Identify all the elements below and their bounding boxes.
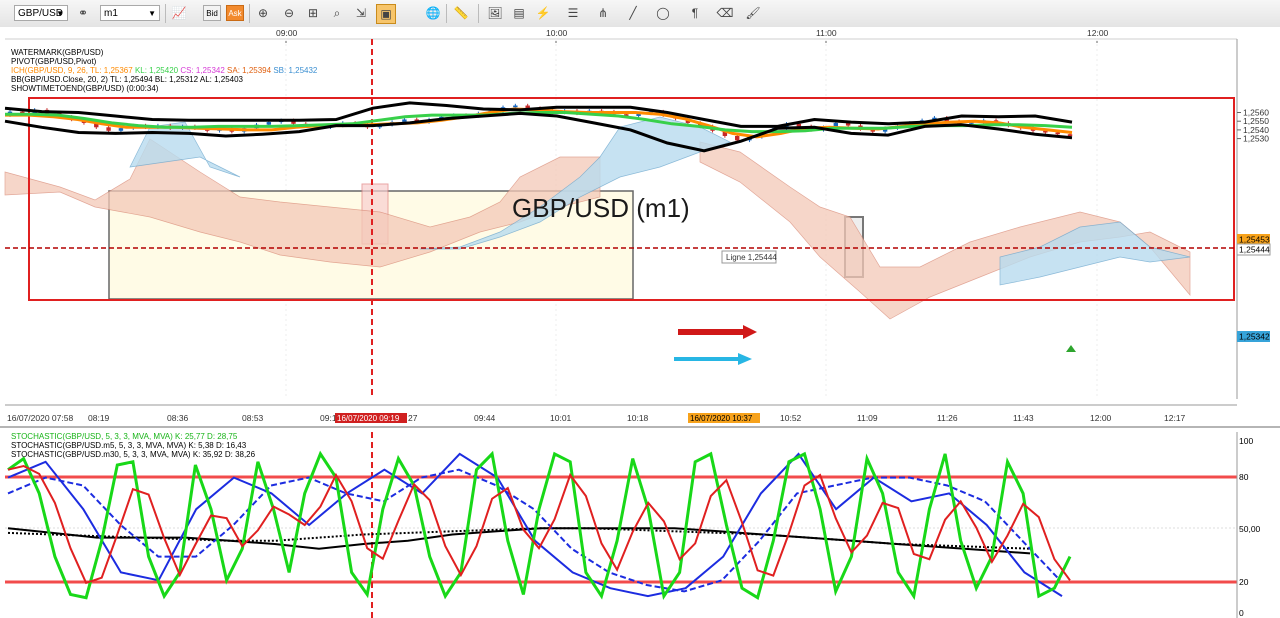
- candle-body: [1055, 132, 1060, 135]
- template-icon[interactable]: ▤: [510, 4, 528, 22]
- toolbar-divider: [478, 4, 479, 23]
- candle-body: [1067, 134, 1073, 136]
- link-icon[interactable]: ⚭: [74, 4, 92, 22]
- image-icon[interactable]: 🖼: [486, 4, 504, 22]
- toolbar-divider: [165, 4, 166, 23]
- bottom-time-label: 08:53: [242, 413, 264, 423]
- top-time-label: 11:00: [816, 28, 837, 38]
- ruler-icon[interactable]: 📏: [452, 4, 470, 22]
- stoch-legend-m1: STOCHASTIC(GBP/USD, 5, 3, 3, MVA, MVA) K…: [11, 432, 238, 441]
- stoch-level-0: 0: [1239, 608, 1244, 618]
- symbol-select[interactable]: GBP/USD ▼: [14, 5, 68, 21]
- top-time-label: 09:00: [276, 28, 298, 38]
- price-tag-lower: 1,25444: [1239, 245, 1270, 255]
- toolbar-divider: [249, 4, 250, 23]
- chart-type-icon[interactable]: 📈: [170, 4, 188, 22]
- bottom-time-label: 10:01: [550, 413, 572, 423]
- crosshair-icon[interactable]: ▣: [376, 4, 396, 24]
- legend-ich-sb: SB: 1,25432: [273, 66, 318, 75]
- globe-icon[interactable]: 🌐: [424, 4, 442, 22]
- top-time-label: 12:00: [1087, 28, 1109, 38]
- fork-icon[interactable]: ⋔: [594, 4, 612, 22]
- legend-bollinger: BB(GBP/USD.Close, 20, 2) TL: 1,25494 BL:…: [11, 75, 243, 84]
- candle-body: [118, 128, 124, 131]
- zoom-in-icon[interactable]: ⊕: [254, 4, 272, 22]
- line-label-box: Ligne 1,25444: [721, 250, 777, 264]
- bottom-time-label: 11:09: [857, 413, 878, 423]
- bottom-time-label: 12:00: [1090, 413, 1112, 423]
- zoom-fit-icon[interactable]: ⊞: [304, 4, 322, 22]
- chevron-down-icon: ▼: [56, 9, 64, 18]
- fit-icon[interactable]: ⇲: [352, 4, 370, 22]
- main-legend: WATERMARK(GBP/USD) PIVOT(GBP/USD,Pivot) …: [11, 48, 317, 93]
- candle-body: [513, 105, 518, 108]
- stoch-legend: STOCHASTIC(GBP/USD, 5, 3, 3, MVA, MVA) K…: [11, 432, 255, 459]
- candle-body: [735, 135, 740, 141]
- price-label: 1,2530: [1243, 134, 1269, 144]
- watermark-text: GBP/USD (m1): [512, 193, 690, 223]
- legend-ich-tl: TL: 1,25367: [90, 66, 133, 75]
- chevron-down-icon: ▼: [148, 9, 156, 18]
- legend-pivot: PIVOT(GBP/USD,Pivot): [11, 57, 97, 66]
- stoch-level-50: 50,00: [1239, 524, 1261, 534]
- toolbar-divider: [446, 4, 447, 23]
- legend-ich-cs: CS: 1,25342: [180, 66, 225, 75]
- trend-line-icon[interactable]: ╱: [624, 4, 642, 22]
- price-tag-upper: 1,25453: [1239, 235, 1270, 245]
- legend-ich-sa: SA: 1,25394: [227, 66, 272, 75]
- highlight-time-1: 16/07/2020 09:19: [337, 414, 400, 423]
- bottom-time-label: 10:18: [627, 413, 649, 423]
- legend-showtimetoend: SHOWTIMETOEND(GBP/USD) (0:00:34): [11, 84, 159, 93]
- indicator-icon[interactable]: ⚡: [534, 4, 552, 22]
- stoch-level-20: 20: [1239, 577, 1249, 587]
- highlight-time-2: 16/07/2020 10:37: [690, 414, 753, 423]
- text-icon[interactable]: ¶: [686, 4, 704, 22]
- timeframe-select[interactable]: m1 ▼: [100, 5, 160, 21]
- candle-body: [266, 122, 272, 125]
- bid-button[interactable]: Bid: [203, 5, 221, 21]
- stoch-level-100: 100: [1239, 436, 1253, 446]
- horizontal-line-icon[interactable]: ☰: [564, 4, 582, 22]
- bottom-time-label: 09:1: [320, 413, 337, 423]
- price-tag-current: 1,25342: [1239, 332, 1270, 342]
- bottom-time-label: 10:52: [780, 413, 802, 423]
- eraser-icon[interactable]: ⌫: [716, 4, 734, 22]
- bottom-time-label: 11:43: [1013, 413, 1034, 423]
- bottom-time-label: 08:19: [88, 413, 110, 423]
- bottom-time-label: 09:44: [474, 413, 496, 423]
- stoch-legend-m30: STOCHASTIC(GBP/USD.m30, 5, 3, 3, MVA, MV…: [11, 450, 256, 459]
- candle-body: [106, 127, 111, 131]
- bottom-time-label: 27: [408, 413, 418, 423]
- stoch-legend-m5: STOCHASTIC(GBP/USD.m5, 5, 3, 3, MVA, MVA…: [11, 441, 247, 450]
- price-axis: [1237, 39, 1280, 413]
- legend-ichimoku: ICH(GBP/USD, 9, 26, TL: 1,25367 KL: 1,25…: [11, 66, 317, 75]
- legend-ich-name: ICH(GBP/USD, 9, 26,: [11, 66, 88, 75]
- ellipse-icon[interactable]: ◯: [654, 4, 672, 22]
- legend-watermark: WATERMARK(GBP/USD): [11, 48, 104, 57]
- bottom-time-label: 16/07/2020 07:58: [7, 413, 73, 423]
- toolbar: GBP/USD ▼ ⚭ m1 ▼ 📈 Bid Ask ⊕ ⊖ ⊞ ⌕ ⇲ ▣ 🌐 📏…: [0, 0, 1280, 28]
- timeframe-value: m1: [104, 8, 118, 19]
- stoch-level-80: 80: [1239, 472, 1249, 482]
- line-label: Ligne 1,25444: [726, 253, 777, 262]
- ask-button[interactable]: Ask: [226, 5, 244, 21]
- top-time-label: 10:00: [546, 28, 568, 38]
- zoom-area-icon[interactable]: ⌕: [328, 4, 346, 22]
- legend-ich-kl: KL: 1,25420: [134, 66, 179, 75]
- bottom-time-label: 11:26: [937, 413, 958, 423]
- bottom-time-label: 12:17: [1164, 413, 1186, 423]
- zoom-out-icon[interactable]: ⊖: [280, 4, 298, 22]
- paintbrush-icon[interactable]: 🖌: [744, 4, 762, 22]
- bottom-time-label: 08:36: [167, 413, 189, 423]
